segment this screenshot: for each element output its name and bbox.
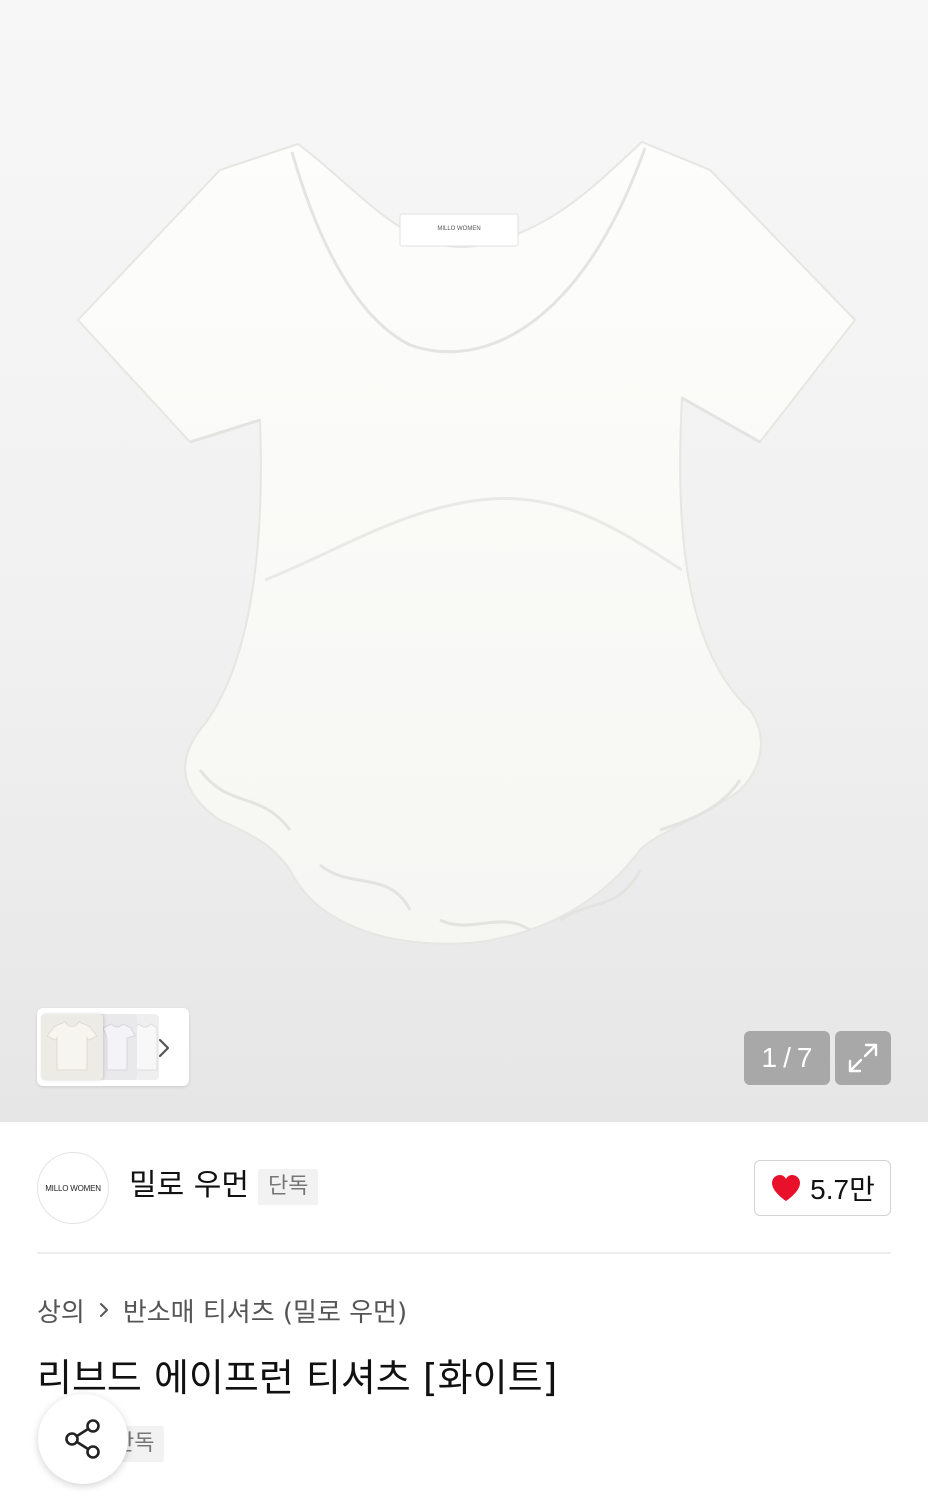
brand-row: MILLO WOMEN 밀로 우먼 단독 5.7만 — [37, 1152, 891, 1224]
share-button[interactable] — [38, 1394, 128, 1484]
image-counter: 1 / 7 — [744, 1031, 830, 1085]
counter-current: 1 — [761, 1042, 778, 1073]
thumbnail-2[interactable] — [97, 1014, 137, 1080]
counter-total: 7 — [796, 1042, 813, 1073]
chevron-right-icon — [99, 1303, 108, 1317]
thumbnail-1[interactable] — [41, 1014, 103, 1080]
brand-logo-text: MILLO WOMEN — [45, 1183, 101, 1193]
breadcrumb: 상의 반소매 티셔츠 (밀로 우먼) — [37, 1290, 407, 1330]
counter-separator: / — [783, 1042, 791, 1073]
like-count: 5.7만 — [810, 1174, 875, 1205]
heart-icon — [772, 1175, 801, 1201]
brand-exclusive-badge: 단독 — [258, 1169, 319, 1205]
divider — [37, 1252, 891, 1254]
expand-icon — [848, 1043, 878, 1073]
product-title: 리브드 에이프런 티셔츠 [화이트] — [37, 1356, 558, 1400]
expand-button[interactable] — [835, 1031, 891, 1085]
like-button[interactable]: 5.7만 — [754, 1160, 891, 1216]
breadcrumb-subcategory[interactable]: 반소매 티셔츠 (밀로 우먼) — [123, 1292, 407, 1329]
product-image[interactable] — [60, 130, 870, 970]
share-icon — [65, 1419, 100, 1459]
brand-name[interactable]: 밀로 우먼 — [129, 1166, 249, 1206]
breadcrumb-category[interactable]: 상의 — [37, 1292, 85, 1329]
brand-logo[interactable]: MILLO WOMEN — [37, 1152, 109, 1224]
product-inner-label-text: MILLO WOMEN — [437, 226, 481, 232]
product-gallery[interactable]: MILLO WOMEN 1 / 7 — [0, 0, 928, 1122]
